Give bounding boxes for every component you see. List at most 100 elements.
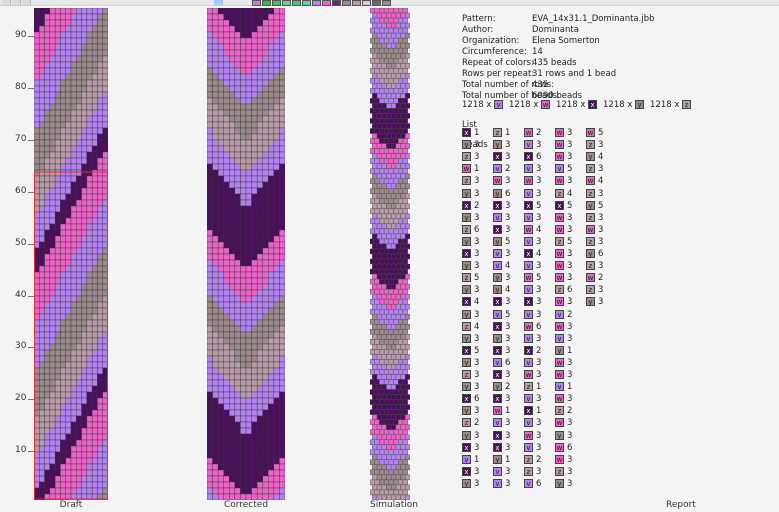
bead-cell[interactable] xyxy=(381,414,387,420)
bead-cell[interactable] xyxy=(217,289,224,297)
bead-cell[interactable] xyxy=(39,439,45,447)
bead-cell[interactable] xyxy=(54,151,61,159)
bead-cell[interactable] xyxy=(405,273,410,280)
bead-cell[interactable] xyxy=(217,385,224,393)
bead-cell[interactable] xyxy=(386,42,392,49)
bead-cell[interactable] xyxy=(370,37,375,44)
bead-cell[interactable] xyxy=(223,55,230,63)
bead-cell[interactable] xyxy=(379,148,385,154)
bead-cell[interactable] xyxy=(374,309,380,315)
bead-cell[interactable] xyxy=(86,187,93,195)
bead-cell[interactable] xyxy=(212,355,219,363)
bead-cell[interactable] xyxy=(39,115,45,123)
bead-cell[interactable] xyxy=(217,61,224,69)
bead-cell[interactable] xyxy=(234,121,241,129)
bead-cell[interactable] xyxy=(251,145,258,153)
bead-cell[interactable] xyxy=(207,451,213,459)
bead-cell[interactable] xyxy=(390,22,397,29)
bead-cell[interactable] xyxy=(212,205,219,213)
bead-cell[interactable] xyxy=(223,445,230,453)
bead-cell[interactable] xyxy=(240,13,247,21)
bead-cell[interactable] xyxy=(234,211,241,219)
bead-cell[interactable] xyxy=(49,403,56,411)
bead-cell[interactable] xyxy=(70,97,77,105)
bead-cell[interactable] xyxy=(102,115,108,123)
bead-cell[interactable] xyxy=(251,169,258,177)
bead-cell[interactable] xyxy=(65,277,72,285)
bead-cell[interactable] xyxy=(49,487,56,495)
bead-cell[interactable] xyxy=(279,73,285,81)
bead-cell[interactable] xyxy=(268,355,275,363)
bead-cell[interactable] xyxy=(262,403,269,411)
bead-cell[interactable] xyxy=(217,481,224,489)
bead-cell[interactable] xyxy=(245,325,252,333)
bead-cell[interactable] xyxy=(386,83,392,89)
bead-cell[interactable] xyxy=(54,247,61,255)
bead-cell[interactable] xyxy=(44,241,51,249)
toolbar-button[interactable] xyxy=(22,0,31,5)
bead-cell[interactable] xyxy=(273,325,280,333)
bead-cell[interactable] xyxy=(379,369,385,375)
bead-cell[interactable] xyxy=(60,349,66,357)
bead-cell[interactable] xyxy=(390,12,397,19)
bead-cell[interactable] xyxy=(240,91,247,99)
bead-cell[interactable] xyxy=(70,115,77,123)
bead-cell[interactable] xyxy=(76,301,82,309)
bead-cell[interactable] xyxy=(34,163,40,171)
bead-cell[interactable] xyxy=(223,409,230,417)
bead-cell[interactable] xyxy=(251,439,258,447)
bead-cell[interactable] xyxy=(49,301,56,309)
bead-cell[interactable] xyxy=(70,283,77,291)
bead-cell[interactable] xyxy=(405,133,410,139)
bead-cell[interactable] xyxy=(245,73,252,81)
bead-cell[interactable] xyxy=(91,337,98,345)
bead-cell[interactable] xyxy=(262,289,269,297)
bead-cell[interactable] xyxy=(262,373,269,381)
bead-cell[interactable] xyxy=(60,481,66,489)
bead-cell[interactable] xyxy=(81,319,88,327)
bead-cell[interactable] xyxy=(97,427,103,435)
bead-cell[interactable] xyxy=(245,349,252,357)
bead-cell[interactable] xyxy=(383,88,390,94)
bead-cell[interactable] xyxy=(54,487,61,495)
bead-cell[interactable] xyxy=(223,43,230,51)
bead-cell[interactable] xyxy=(91,427,98,435)
bead-cell[interactable] xyxy=(234,361,241,369)
bead-cell[interactable] xyxy=(376,404,382,410)
bead-cell[interactable] xyxy=(251,319,258,327)
bead-cell[interactable] xyxy=(383,369,390,375)
bead-cell[interactable] xyxy=(65,247,72,255)
bead-cell[interactable] xyxy=(251,217,258,225)
bead-cell[interactable] xyxy=(245,391,252,399)
bead-cell[interactable] xyxy=(44,37,51,45)
bead-cell[interactable] xyxy=(262,349,269,357)
bead-cell[interactable] xyxy=(81,91,88,99)
bead-cell[interactable] xyxy=(402,148,408,154)
bead-cell[interactable] xyxy=(245,13,252,21)
bead-cell[interactable] xyxy=(273,181,280,189)
bead-cell[interactable] xyxy=(54,385,61,393)
bead-cell[interactable] xyxy=(370,339,375,345)
bead-cell[interactable] xyxy=(234,337,241,345)
bead-cell[interactable] xyxy=(60,247,66,255)
bead-cell[interactable] xyxy=(390,334,397,340)
bead-cell[interactable] xyxy=(234,97,241,105)
bead-cell[interactable] xyxy=(374,58,380,64)
bead-cell[interactable] xyxy=(273,457,280,465)
bead-cell[interactable] xyxy=(44,169,51,177)
bead-cell[interactable] xyxy=(97,115,103,123)
bead-cell[interactable] xyxy=(240,43,247,51)
bead-cell[interactable] xyxy=(402,329,408,335)
bead-cell[interactable] xyxy=(383,68,390,74)
bead-cell[interactable] xyxy=(234,385,241,393)
bead-cell[interactable] xyxy=(374,319,380,325)
bead-cell[interactable] xyxy=(81,463,88,471)
bead-cell[interactable] xyxy=(60,379,66,387)
color-swatch-w[interactable] xyxy=(322,0,331,6)
bead-cell[interactable] xyxy=(279,97,285,105)
bead-cell[interactable] xyxy=(81,325,88,333)
bead-cell[interactable] xyxy=(390,233,397,240)
bead-cell[interactable] xyxy=(70,361,77,369)
bead-cell[interactable] xyxy=(39,19,45,27)
bead-cell[interactable] xyxy=(240,481,247,489)
